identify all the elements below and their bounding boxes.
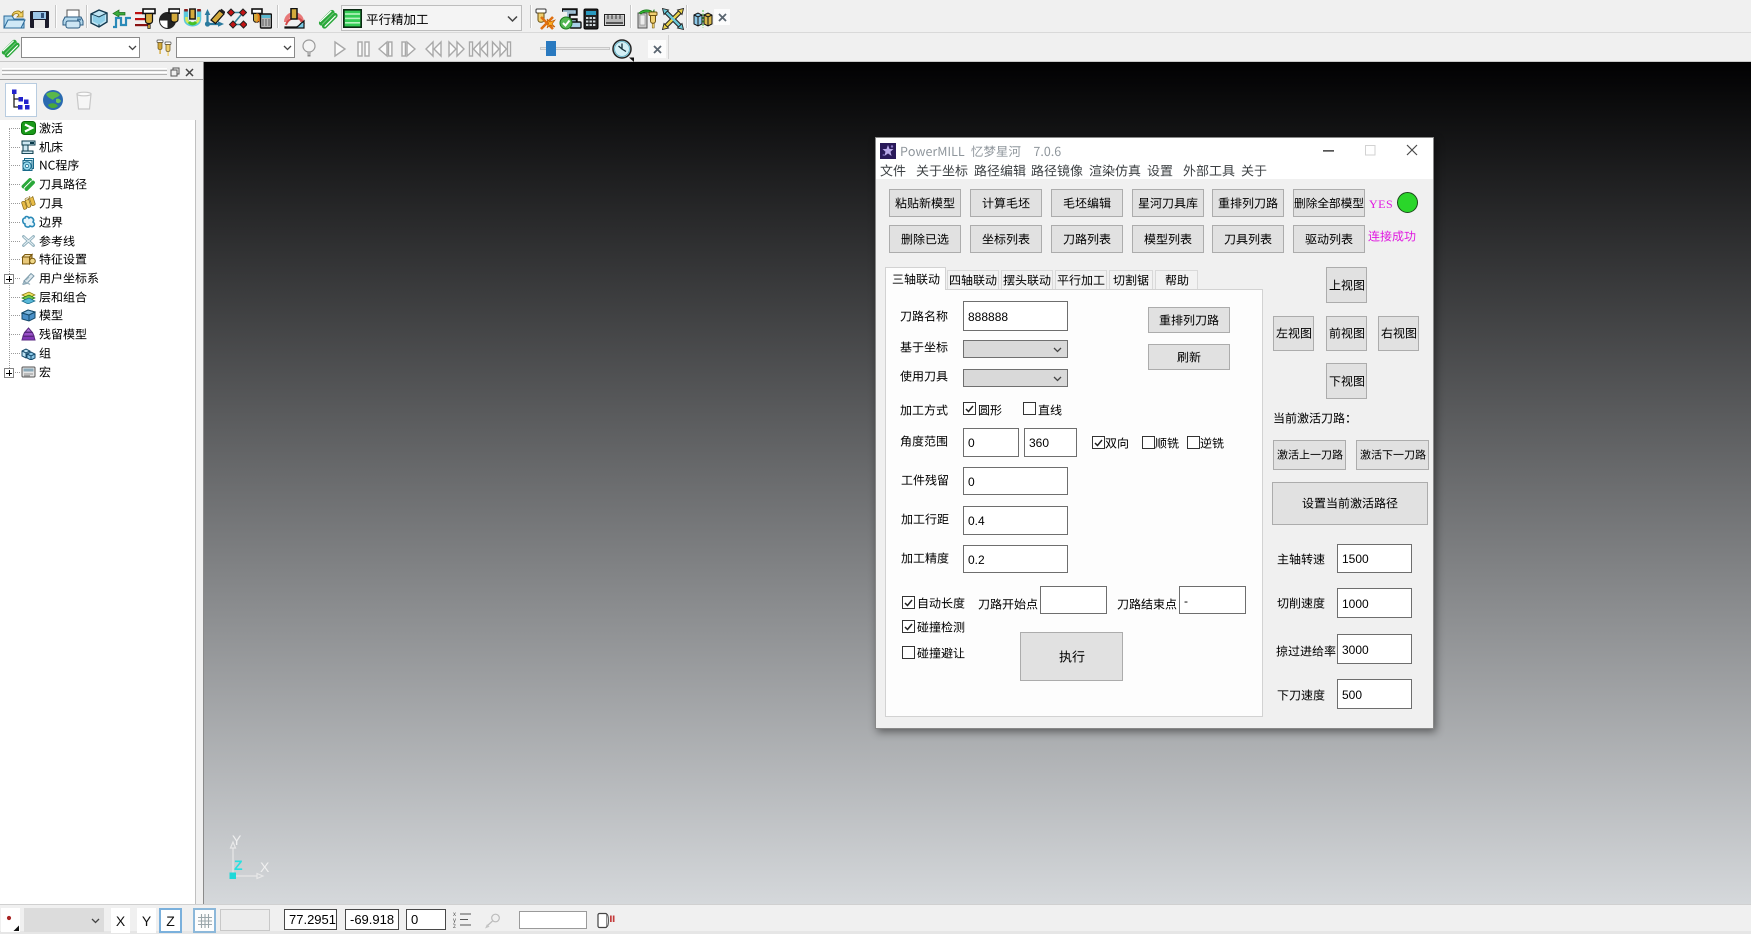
svg-text:z: z [453,924,456,929]
